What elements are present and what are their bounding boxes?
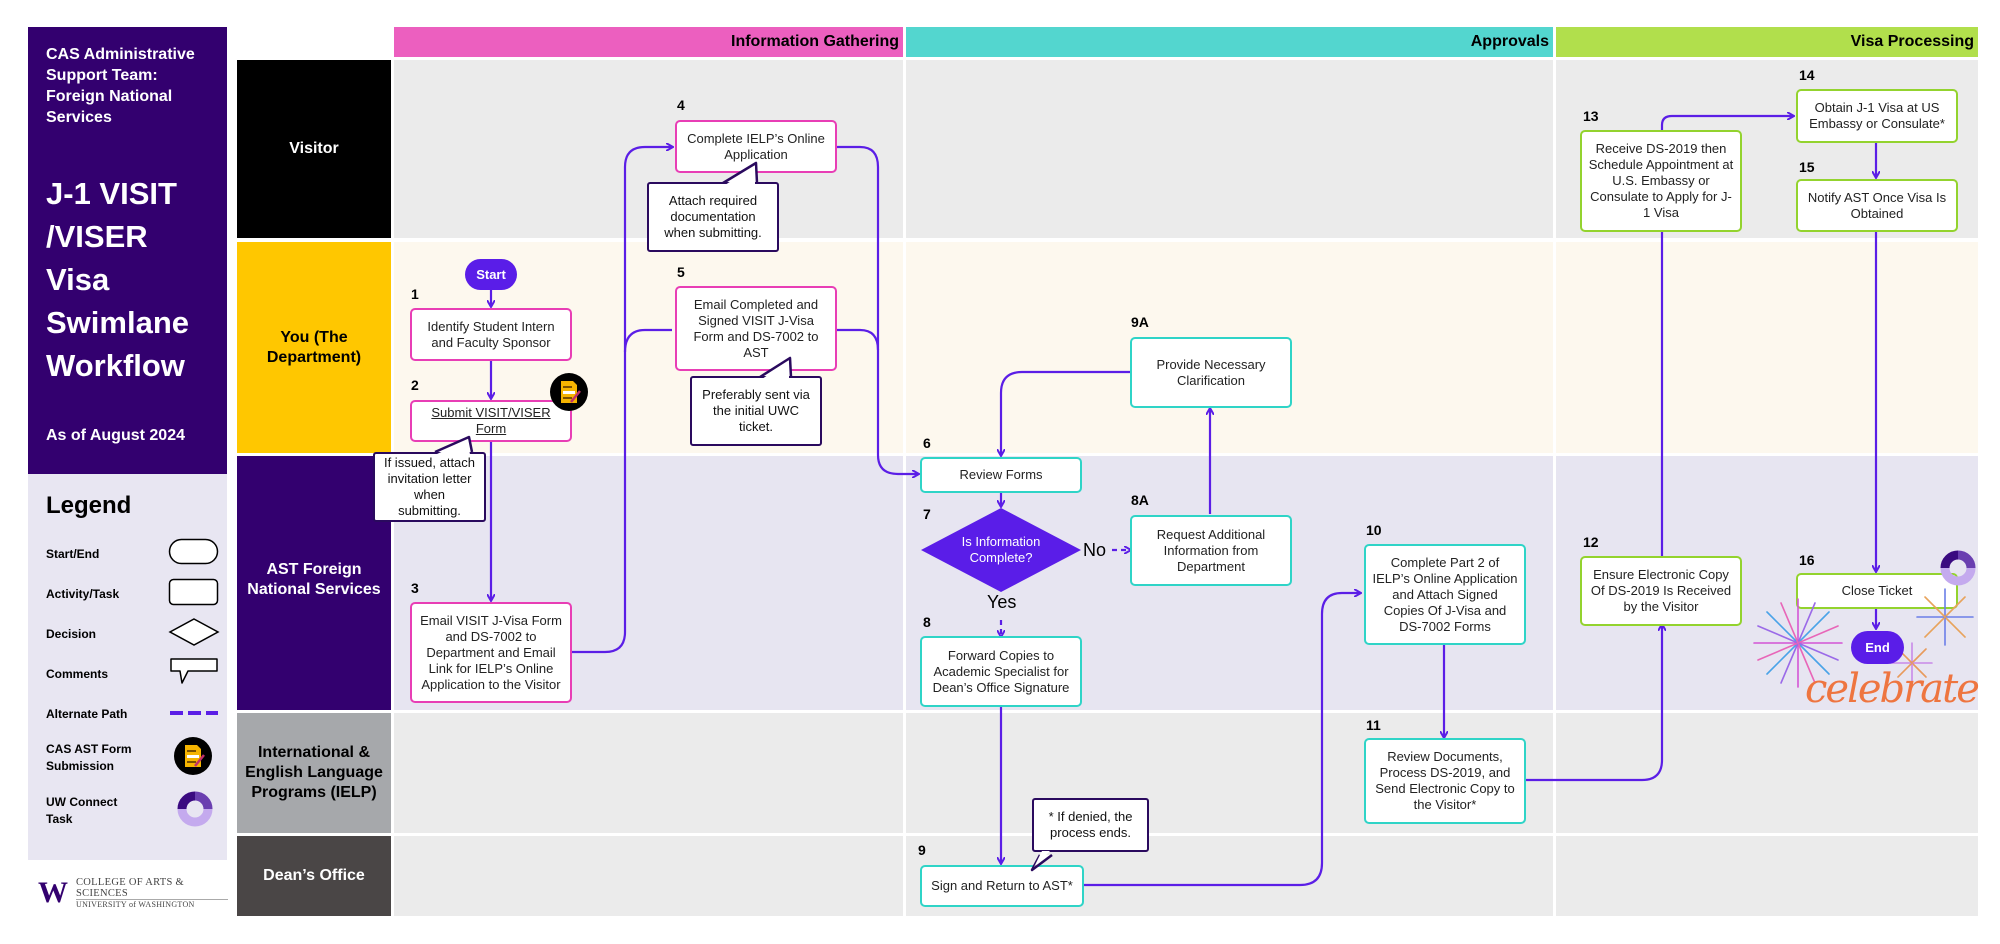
comment-tail-fill bbox=[437, 166, 1050, 867]
